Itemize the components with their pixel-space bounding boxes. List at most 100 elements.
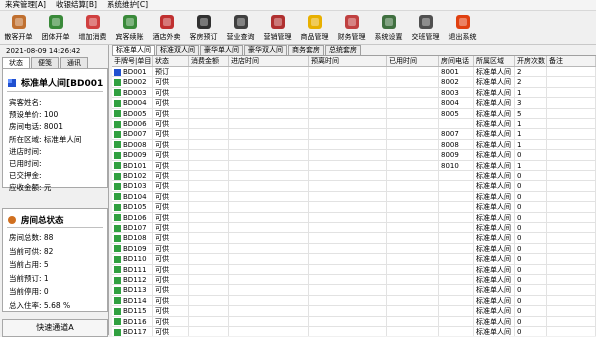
column-header-7[interactable]: 所属区域 bbox=[474, 56, 515, 66]
table-row[interactable]: BD106 可供 标准单人间 0 bbox=[112, 212, 596, 223]
table-row[interactable]: BD004 可供 8004 标准单人间 3 bbox=[112, 98, 596, 109]
left-tab-0[interactable]: 状态 bbox=[2, 57, 30, 68]
column-header-9[interactable]: 备注 bbox=[547, 56, 596, 66]
room-tab-4[interactable]: 商务套房 bbox=[288, 45, 324, 55]
left-tab-2[interactable]: 通讯 bbox=[60, 57, 88, 68]
table-row[interactable]: BD103 可供 标准单人间 0 bbox=[112, 181, 596, 192]
column-header-0[interactable]: 手牌号|单目 bbox=[112, 56, 153, 66]
cell-phone bbox=[439, 316, 474, 327]
column-header-4[interactable]: 预离时间 bbox=[309, 56, 387, 66]
cell-used bbox=[387, 98, 439, 109]
cell-out bbox=[309, 275, 387, 285]
table-row[interactable]: BD007 可供 8007 标准单人间 1 bbox=[112, 129, 596, 140]
toolbar-button-11[interactable]: 交班管理 bbox=[407, 11, 444, 44]
table-row[interactable]: BD116 可供 标准单人间 0 bbox=[112, 316, 596, 327]
table-row[interactable]: BD105 可供 标准单人间 0 bbox=[112, 202, 596, 213]
column-header-5[interactable]: 已用时间 bbox=[387, 56, 439, 66]
cell-phone: 8005 bbox=[439, 108, 474, 119]
cell-area: 标准单人间 bbox=[474, 254, 515, 265]
room-status-header: 房间总状态 bbox=[7, 214, 64, 226]
room-tab-1[interactable]: 标准双人间 bbox=[156, 45, 199, 55]
room-tab-5[interactable]: 总统套房 bbox=[325, 45, 361, 55]
cell-used bbox=[387, 254, 439, 265]
menu-bar: 来宾管理[A] 收银结算[B] 系统维护[C] bbox=[0, 0, 596, 11]
table-row[interactable]: BD005 可供 8005 标准单人间 5 bbox=[112, 108, 596, 119]
cell-status: 可供 bbox=[153, 119, 189, 129]
menu-item-0[interactable]: 来宾管理[A] bbox=[0, 0, 51, 10]
room-status-panel: 房间总状态 房间总数: 88 当前可供: 82 当前占用: 5 当前预订: 1 当前停用… bbox=[2, 208, 108, 312]
cell-out bbox=[309, 171, 387, 181]
toolbar-button-1[interactable]: 团体开单 bbox=[37, 11, 74, 44]
cell-amount bbox=[189, 233, 229, 244]
cell-note bbox=[547, 233, 596, 244]
table-row[interactable]: BD115 可供 标准单人间 0 bbox=[112, 306, 596, 317]
toolbar-button-5[interactable]: 客房预订 bbox=[185, 11, 222, 44]
room-tab-3[interactable]: 豪华双人间 bbox=[244, 45, 287, 55]
cell-note bbox=[547, 212, 596, 223]
table-row[interactable]: BD002 可供 8002 标准单人间 2 bbox=[112, 77, 596, 88]
table-row[interactable]: BD003 可供 8003 标准单人间 1 bbox=[112, 87, 596, 99]
table-row[interactable]: BD112 可供 标准单人间 0 bbox=[112, 275, 596, 286]
table-row[interactable]: BD001 预订 8001 标准单人间 2 bbox=[112, 67, 596, 78]
divider bbox=[7, 91, 103, 92]
table-row[interactable]: BD008 可供 8008 标准单人间 1 bbox=[112, 139, 596, 151]
table-row[interactable]: BD102 可供 标准单人间 0 bbox=[112, 171, 596, 182]
room-flag-icon bbox=[114, 234, 121, 242]
table-row[interactable]: BD107 可供 标准单人间 0 bbox=[112, 223, 596, 234]
cell-id: BD105 bbox=[112, 202, 153, 213]
room-tab-2[interactable]: 豪华单人间 bbox=[200, 45, 243, 55]
toolbar-button-4[interactable]: 酒店外卖 bbox=[148, 11, 185, 44]
cell-note bbox=[547, 171, 596, 181]
room-flag-icon bbox=[114, 193, 121, 201]
quick-channel-button[interactable]: 快速通道A bbox=[2, 319, 108, 337]
stat-field-4: 当前停用: 0 bbox=[9, 287, 49, 296]
table-row[interactable]: BD101 可供 8010 标准单人间 1 bbox=[112, 160, 596, 171]
room-tab-0[interactable]: 标准单人间 bbox=[112, 45, 155, 55]
column-header-3[interactable]: 进店时间 bbox=[229, 56, 309, 66]
table-row[interactable]: BD111 可供 标准单人间 0 bbox=[112, 264, 596, 275]
cell-note bbox=[547, 119, 596, 129]
business-query-icon bbox=[231, 13, 251, 31]
cell-out bbox=[309, 306, 387, 317]
table-row[interactable]: BD109 可供 标准单人间 0 bbox=[112, 243, 596, 255]
cell-amount bbox=[189, 67, 229, 77]
toolbar-button-9[interactable]: 财务管理 bbox=[333, 11, 370, 44]
cell-in bbox=[229, 67, 309, 77]
table-row[interactable]: BD114 可供 标准单人间 0 bbox=[112, 295, 596, 307]
cell-used bbox=[387, 87, 439, 98]
toolbar-button-12[interactable]: 退出系统 bbox=[444, 11, 481, 44]
left-tab-1[interactable]: 便笺 bbox=[31, 57, 59, 68]
toolbar-button-2[interactable]: 增加消费 bbox=[74, 11, 111, 44]
room-flag-icon bbox=[114, 328, 121, 336]
cell-area: 标准单人间 bbox=[474, 306, 515, 317]
table-row[interactable]: BD110 可供 标准单人间 0 bbox=[112, 254, 596, 265]
column-header-1[interactable]: 状态 bbox=[153, 56, 189, 66]
cell-area: 标准单人间 bbox=[474, 119, 515, 129]
toolbar-button-3[interactable]: 宾客续账 bbox=[111, 11, 148, 44]
cell-phone bbox=[439, 306, 474, 317]
room-id: BD009 bbox=[123, 151, 147, 160]
toolbar-label: 增加消费 bbox=[78, 33, 107, 41]
room-flag-icon bbox=[114, 68, 121, 76]
menu-item-1[interactable]: 收银结算[B] bbox=[51, 0, 102, 10]
table-row[interactable]: BD113 可供 标准单人间 0 bbox=[112, 285, 596, 296]
toolbar-label: 团体开单 bbox=[41, 33, 70, 41]
toolbar-button-8[interactable]: 商品管理 bbox=[296, 11, 333, 44]
column-header-6[interactable]: 房间电话 bbox=[439, 56, 474, 66]
cell-note bbox=[547, 77, 596, 88]
menu-item-2[interactable]: 系统维护[C] bbox=[102, 0, 153, 10]
toolbar-button-6[interactable]: 营业查询 bbox=[222, 11, 259, 44]
toolbar-button-10[interactable]: 系统设置 bbox=[370, 11, 407, 44]
table-row[interactable]: BD104 可供 标准单人间 0 bbox=[112, 191, 596, 203]
table-row[interactable]: BD108 可供 标准单人间 0 bbox=[112, 233, 596, 244]
cell-phone bbox=[439, 181, 474, 192]
table-row[interactable]: BD009 可供 8009 标准单人间 0 bbox=[112, 150, 596, 161]
toolbar-button-7[interactable]: 营销管理 bbox=[259, 11, 296, 44]
table-row[interactable]: BD006 可供 标准单人间 1 bbox=[112, 119, 596, 130]
handover-icon bbox=[416, 13, 436, 31]
column-header-8[interactable]: 开房次数 bbox=[515, 56, 547, 66]
cell-used bbox=[387, 295, 439, 306]
column-header-2[interactable]: 消费金额 bbox=[189, 56, 229, 66]
toolbar-button-0[interactable]: 散客开单 bbox=[0, 11, 37, 44]
room-id: BD006 bbox=[123, 120, 147, 128]
